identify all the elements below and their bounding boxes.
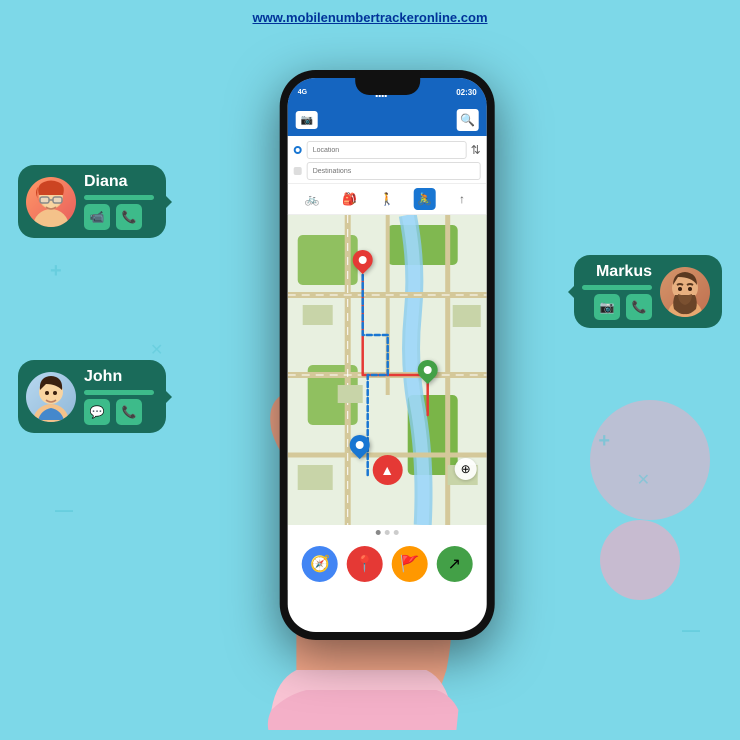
map-area: ▲ ⊕ xyxy=(288,215,487,525)
diana-bubble: Diana 📹 📞 xyxy=(18,165,166,238)
website-link[interactable]: www.mobilenumbertrackeronline.com xyxy=(252,10,487,25)
bg-minus-4: — xyxy=(682,620,700,641)
john-actions: 💬 📞 xyxy=(84,399,154,425)
markus-avatar xyxy=(660,267,710,317)
john-bubble: John 💬 📞 xyxy=(18,360,166,433)
diana-video-btn[interactable]: 📹 xyxy=(84,204,110,230)
bg-circle-small xyxy=(600,520,680,600)
john-bar xyxy=(84,390,154,395)
transport-arrow[interactable]: ↑ xyxy=(451,188,473,210)
john-avatar xyxy=(26,372,76,422)
map-pin-green xyxy=(418,360,438,380)
camera-icon[interactable]: 📷 xyxy=(296,111,318,129)
nav-arrow[interactable]: ▲ xyxy=(372,455,402,485)
markus-actions: 📷 📞 xyxy=(582,294,652,320)
bg-circle-large xyxy=(590,400,710,520)
bottom-nav: 🧭 📍 🚩 ↗ xyxy=(288,540,487,590)
markus-info: Markus 📷 📞 xyxy=(582,263,652,320)
page-indicators xyxy=(288,525,487,540)
nav-btn-compass[interactable]: 🧭 xyxy=(302,546,338,582)
nav-btn-location[interactable]: 📍 xyxy=(347,546,383,582)
location-input-row: ⇅ xyxy=(294,141,481,159)
app-header: 📷 🔍 xyxy=(288,104,487,136)
bg-plus-2: + xyxy=(598,430,610,453)
diana-name: Diana xyxy=(84,173,154,191)
carrier-signal: 4G xyxy=(298,89,307,96)
swap-icon[interactable]: ⇅ xyxy=(471,143,481,157)
markus-photo-btn[interactable]: 📷 xyxy=(594,294,620,320)
diana-avatar xyxy=(26,177,76,227)
diana-info: Diana 📹 📞 xyxy=(84,173,154,230)
bg-minus-3: — xyxy=(55,500,73,521)
nav-btn-flag[interactable]: 🚩 xyxy=(392,546,428,582)
map-pin-red xyxy=(353,250,373,270)
markus-bar xyxy=(582,285,652,290)
transport-bike[interactable]: 🚲 xyxy=(301,188,323,210)
nav-btn-share[interactable]: ↗ xyxy=(436,546,472,582)
search-section: ⇅ xyxy=(288,136,487,184)
phone-screen: 4G 02:30 📷 🔍 ⇅ xyxy=(288,78,487,632)
destination-input-row xyxy=(294,162,481,180)
time-display: 02:30 xyxy=(456,88,476,97)
diana-call-btn[interactable]: 📞 xyxy=(116,204,142,230)
transport-cycle[interactable]: 🚴 xyxy=(414,188,436,210)
destinations-input[interactable] xyxy=(307,162,481,180)
location-input[interactable] xyxy=(307,141,467,159)
diana-bar xyxy=(84,195,154,200)
destination-dot xyxy=(294,167,302,175)
john-info: John 💬 📞 xyxy=(84,368,154,425)
john-message-btn[interactable]: 💬 xyxy=(84,399,110,425)
diana-actions: 📹 📞 xyxy=(84,204,154,230)
markus-call-btn[interactable]: 📞 xyxy=(626,294,652,320)
john-call-btn[interactable]: 📞 xyxy=(116,399,142,425)
markus-name: Markus xyxy=(582,263,652,281)
phone-notch xyxy=(355,70,420,95)
markus-bubble: Markus 📷 📞 xyxy=(574,255,722,328)
bg-plus-1: + xyxy=(50,260,62,283)
bg-x-1: ✕ xyxy=(637,470,650,490)
bg-x-2: ✕ xyxy=(150,340,163,360)
location-dot xyxy=(294,146,302,154)
transport-walk[interactable]: 🚶 xyxy=(376,188,398,210)
john-name: John xyxy=(84,368,154,386)
phone-frame: 4G 02:30 📷 🔍 ⇅ xyxy=(280,70,495,640)
transport-bag[interactable]: 🎒 xyxy=(339,188,361,210)
transport-modes: 🚲 🎒 🚶 🚴 ↑ xyxy=(288,184,487,215)
search-icon[interactable]: 🔍 xyxy=(457,109,479,131)
map-pin-blue xyxy=(350,435,370,455)
location-crosshair[interactable]: ⊕ xyxy=(455,458,477,480)
